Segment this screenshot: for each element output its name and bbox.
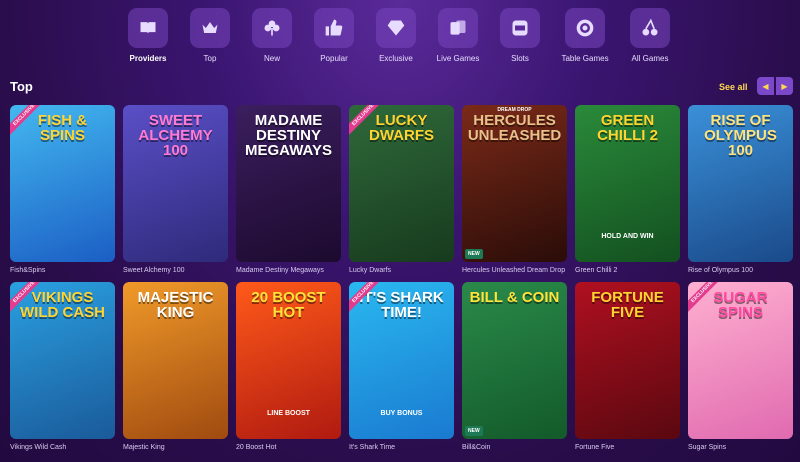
game-name[interactable]: Sugar Spins <box>688 444 793 451</box>
carousel-arrows: ◀ ▶ <box>757 77 793 95</box>
game-thumbnail[interactable]: FISH & SPINS EXCLUSIVE <box>10 105 115 262</box>
game-name[interactable]: Green Chilli 2 <box>575 267 680 274</box>
game-name[interactable]: It's Shark Time <box>349 444 454 451</box>
slot-machine-icon <box>500 8 540 48</box>
game-name[interactable]: 20 Boost Hot <box>236 444 341 451</box>
game-thumbnail[interactable]: GREEN CHILLI 2 HOLD AND WIN <box>575 105 680 262</box>
game-logo-title: BILL & COIN <box>469 289 560 306</box>
game-card[interactable]: FISH & SPINS EXCLUSIVE Fish&Spins <box>10 105 115 282</box>
nav-item-new[interactable]: New <box>252 8 292 63</box>
game-card[interactable]: 20 BOOST HOT LINE BOOST 20 Boost Hot <box>236 282 341 459</box>
diamond-icon <box>376 8 416 48</box>
game-logo-title: RISE OF OLYMPUS 100 <box>704 112 777 159</box>
game-name[interactable]: Hercules Unleashed Dream Drop <box>462 267 567 274</box>
game-card[interactable]: MAJESTIC KING Majestic King <box>123 282 228 459</box>
game-logo-title: MADAME DESTINY MEGAWAYS <box>245 112 332 159</box>
game-thumbnail[interactable]: LUCKY DWARFS EXCLUSIVE <box>349 105 454 262</box>
new-badge: NEW <box>465 249 483 259</box>
game-thumbnail[interactable]: BILL & COIN NEW <box>462 282 567 439</box>
nav-item-top[interactable]: Top <box>190 8 230 63</box>
game-card[interactable]: BILL & COIN NEW Bill&Coin <box>462 282 567 459</box>
nav-item-popular[interactable]: Popular <box>314 8 354 63</box>
game-card[interactable]: SWEET ALCHEMY 100 Sweet Alchemy 100 <box>123 105 228 282</box>
game-thumbnail[interactable]: MAJESTIC KING <box>123 282 228 439</box>
game-logo-title: FISH & SPINS <box>37 112 88 144</box>
game-card[interactable]: FORTUNE FIVE Fortune Five <box>575 282 680 459</box>
cards-icon <box>438 8 478 48</box>
game-name[interactable]: Majestic King <box>123 444 228 451</box>
nav-item-table-games[interactable]: Table Games <box>561 8 609 63</box>
nav-item-live-games[interactable]: Live Games <box>436 8 480 63</box>
nav-item-label: Popular <box>320 54 348 63</box>
nav-item-label: Live Games <box>436 54 480 63</box>
crown-icon <box>190 8 230 48</box>
game-name[interactable]: Madame Destiny Megaways <box>236 267 341 274</box>
game-subtitle: BUY BONUS <box>380 410 423 417</box>
game-thumbnail[interactable]: FORTUNE FIVE <box>575 282 680 439</box>
carousel-next-button[interactable]: ▶ <box>776 77 793 95</box>
game-thumbnail[interactable]: DREAM DROP HERCULES UNLEASHED NEW <box>462 105 567 262</box>
chevron-left-icon: ◀ <box>762 81 769 91</box>
game-card[interactable]: VIKINGS WILD CASH EXCLUSIVE Vikings Wild C… <box>10 282 115 459</box>
nav-item-providers[interactable]: Providers <box>128 8 168 63</box>
clover-icon <box>252 8 292 48</box>
nav-item-slots[interactable]: Slots <box>500 8 540 63</box>
game-name[interactable]: Sweet Alchemy 100 <box>123 267 228 274</box>
cherries-icon <box>630 8 670 48</box>
game-subtitle: LINE BOOST <box>267 410 310 417</box>
game-card[interactable]: RISE OF OLYMPUS 100 Rise of Olympus 100 <box>688 105 793 282</box>
section-title: Top <box>10 79 33 94</box>
nav-item-label: New <box>263 54 280 63</box>
game-thumbnail[interactable]: IT'S SHARK TIME! BUY BONUS EXCLUSIVE <box>349 282 454 439</box>
nav-item-label: Providers <box>129 54 167 63</box>
nav-item-label: All Games <box>631 54 669 63</box>
game-card[interactable]: DREAM DROP HERCULES UNLEASHED NEW Hercules … <box>462 105 567 282</box>
category-nav: Providers Top New Popular Exclusive Live Game… <box>128 8 670 63</box>
game-name[interactable]: Bill&Coin <box>462 444 567 451</box>
game-card[interactable]: IT'S SHARK TIME! BUY BONUS EXCLUSIVE It's S… <box>349 282 454 459</box>
game-thumbnail[interactable]: MADAME DESTINY MEGAWAYS <box>236 105 341 262</box>
game-card[interactable]: SUGAR SPINS EXCLUSIVE Sugar Spins <box>688 282 793 459</box>
game-name[interactable]: Fish&Spins <box>10 267 115 274</box>
game-subtitle: HOLD AND WIN <box>601 233 654 240</box>
game-name[interactable]: Lucky Dwarfs <box>349 267 454 274</box>
game-thumbnail[interactable]: 20 BOOST HOT LINE BOOST <box>236 282 341 439</box>
game-name[interactable]: Rise of Olympus 100 <box>688 267 793 274</box>
game-card[interactable]: MADAME DESTINY MEGAWAYS Madame Destiny Me… <box>236 105 341 282</box>
chip-icon <box>565 8 605 48</box>
game-name[interactable]: Vikings Wild Cash <box>10 444 115 451</box>
game-thumbnail[interactable]: SUGAR SPINS EXCLUSIVE <box>688 282 793 439</box>
game-logo-title: HERCULES UNLEASHED <box>467 112 562 144</box>
game-logo-title: GREEN CHILLI 2 <box>597 112 658 144</box>
game-thumbnail[interactable]: SWEET ALCHEMY 100 <box>123 105 228 262</box>
game-thumbnail[interactable]: VIKINGS WILD CASH EXCLUSIVE <box>10 282 115 439</box>
game-logo-title: 20 BOOST HOT <box>251 289 326 321</box>
nav-item-label: Table Games <box>561 54 609 63</box>
book-icon <box>128 8 168 48</box>
game-thumbnail[interactable]: RISE OF OLYMPUS 100 <box>688 105 793 262</box>
game-logo-title: LUCKY DWARFS <box>369 112 434 144</box>
carousel-prev-button[interactable]: ◀ <box>757 77 774 95</box>
nav-item-exclusive[interactable]: Exclusive <box>376 8 416 63</box>
game-card[interactable]: LUCKY DWARFS EXCLUSIVE Lucky Dwarfs <box>349 105 454 282</box>
game-logo-title: MAJESTIC KING <box>137 289 214 321</box>
game-grid: FISH & SPINS EXCLUSIVE Fish&Spins SWEET ALC… <box>10 105 793 459</box>
new-badge: NEW <box>465 426 483 436</box>
game-logo-title: SUGAR SPINS <box>713 289 768 321</box>
game-card[interactable]: GREEN CHILLI 2 HOLD AND WIN Green Chilli 2 <box>575 105 680 282</box>
nav-item-all-games[interactable]: All Games <box>630 8 670 63</box>
game-logo-title: FORTUNE FIVE <box>591 289 664 321</box>
game-logo-title: IT'S SHARK TIME! <box>359 289 444 321</box>
game-name[interactable]: Fortune Five <box>575 444 680 451</box>
game-logo-title: SWEET ALCHEMY 100 <box>138 112 213 159</box>
see-all-link[interactable]: See all <box>719 82 748 92</box>
thumbs-up-icon <box>314 8 354 48</box>
chevron-right-icon: ▶ <box>781 81 788 91</box>
game-logo-title: VIKINGS WILD CASH <box>20 289 105 321</box>
nav-item-label: Slots <box>511 54 529 63</box>
nav-item-label: Top <box>203 54 217 63</box>
nav-item-label: Exclusive <box>379 54 413 63</box>
